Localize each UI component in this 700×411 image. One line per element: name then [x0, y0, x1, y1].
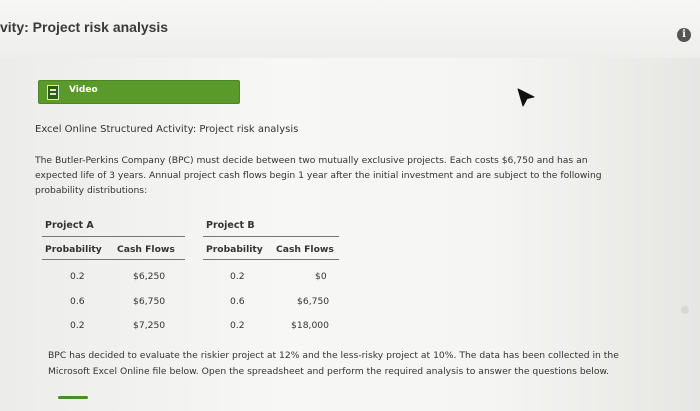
intro-paragraph: The Butler-Perkins Company (BPC) must de…	[35, 153, 665, 198]
project-a-header-rule	[42, 259, 185, 260]
film-icon	[47, 85, 59, 100]
activity-heading: Excel Online Structured Activity: Projec…	[35, 124, 299, 135]
top-bar: vity: Project risk analysis i	[0, 0, 700, 59]
project-b-title: Project B	[206, 220, 255, 231]
project-b-probability-header: Probability	[206, 244, 263, 255]
video-button[interactable]: Video	[38, 80, 240, 104]
closing-line: Microsoft Excel Online file below. Open …	[48, 365, 610, 377]
project-a-cash-flow-cell: $6,750	[133, 296, 166, 307]
video-button-label: Video	[69, 85, 98, 95]
spreadsheet-link-indicator[interactable]	[58, 396, 88, 399]
project-a-cash-flow-cell: $6,250	[133, 271, 166, 282]
project-a-probability-cell: 0.2	[70, 320, 85, 331]
project-b-cash-flows-header: Cash Flows	[276, 244, 334, 255]
project-a-divider	[42, 236, 185, 237]
project-a-cash-flow-cell: $7,250	[133, 320, 166, 331]
intro-line: probability distributions:	[35, 185, 148, 196]
project-a-probability-header: Probability	[45, 244, 102, 255]
closing-paragraph: BPC has decided to evaluate the riskier …	[48, 348, 678, 379]
intro-line: expected life of 3 years. Annual project…	[35, 170, 602, 181]
mouse-pointer-icon	[517, 88, 535, 107]
scroll-indicator[interactable]	[681, 306, 689, 314]
project-b-probability-cell: 0.2	[230, 271, 245, 282]
project-b-cash-flow-cell: $18,000	[291, 320, 329, 331]
project-b-cash-flow-cell: $0	[315, 271, 327, 282]
project-b-cash-flow-cell: $6,750	[297, 296, 330, 307]
page-title: vity: Project risk analysis	[0, 19, 169, 35]
project-b-divider	[203, 236, 339, 237]
project-a-cash-flows-header: Cash Flows	[117, 244, 175, 255]
project-a-title: Project A	[45, 220, 94, 231]
project-a-probability-cell: 0.2	[70, 271, 85, 282]
closing-line: BPC has decided to evaluate the riskier …	[48, 350, 619, 361]
intro-line: The Butler-Perkins Company (BPC) must de…	[35, 155, 588, 166]
info-icon[interactable]: i	[677, 28, 691, 42]
project-b-header-rule	[203, 259, 339, 260]
project-b-probability-cell: 0.6	[230, 296, 245, 307]
project-a-probability-cell: 0.6	[70, 296, 85, 307]
project-b-probability-cell: 0.2	[230, 320, 245, 331]
